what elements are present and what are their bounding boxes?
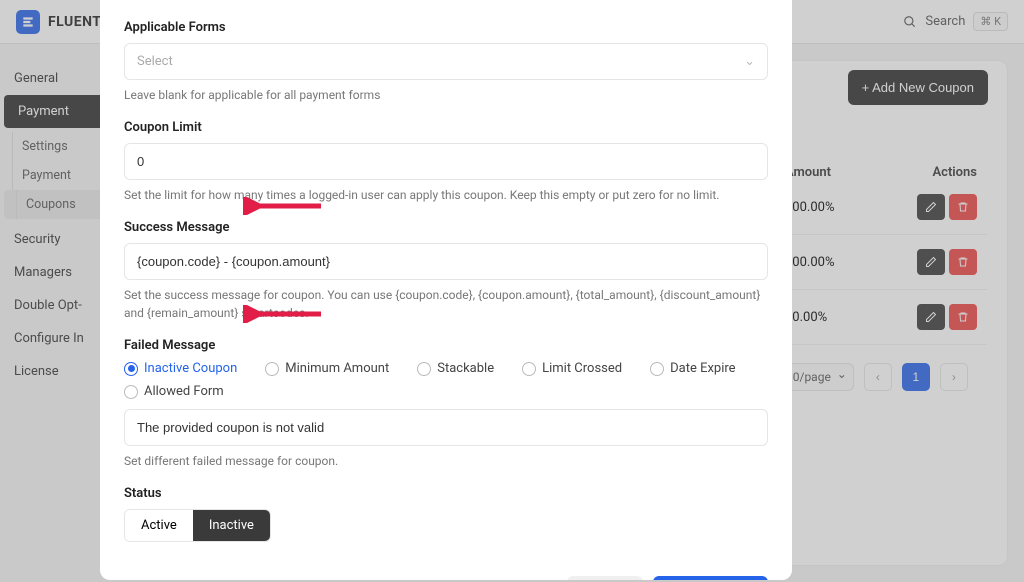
applicable-forms-select[interactable]: Select ⌄ xyxy=(124,43,768,80)
failed-message-label: Failed Message xyxy=(124,338,768,353)
select-placeholder: Select xyxy=(137,54,173,69)
status-active[interactable]: Active xyxy=(125,510,193,541)
status-label: Status xyxy=(124,486,768,501)
field-coupon-limit: Coupon Limit Set the limit for how many … xyxy=(124,120,768,204)
success-message-help: Set the success message for coupon. You … xyxy=(124,286,768,322)
save-coupon-button[interactable]: Save Coupon xyxy=(653,576,768,580)
field-applicable-forms: Applicable Forms Select ⌄ Leave blank fo… xyxy=(124,20,768,104)
coupon-limit-help: Set the limit for how many times a logge… xyxy=(124,186,768,204)
status-toggle: Active Inactive xyxy=(124,509,271,542)
field-success-message: Success Message Set the success message … xyxy=(124,220,768,322)
coupon-limit-input[interactable] xyxy=(124,143,768,180)
status-inactive[interactable]: Inactive xyxy=(193,510,270,541)
radio-limit-crossed[interactable]: Limit Crossed xyxy=(522,361,622,376)
field-status: Status Active Inactive xyxy=(124,486,768,542)
cancel-button[interactable]: Cancel xyxy=(567,576,643,580)
applicable-forms-label: Applicable Forms xyxy=(124,20,768,35)
failed-radio-group: Inactive Coupon Minimum Amount Stackable… xyxy=(124,361,768,399)
radio-inactive-coupon[interactable]: Inactive Coupon xyxy=(124,361,237,376)
success-message-label: Success Message xyxy=(124,220,768,235)
success-message-input[interactable] xyxy=(124,243,768,280)
radio-allowed-form[interactable]: Allowed Form xyxy=(124,384,768,399)
coupon-modal: Applicable Forms Select ⌄ Leave blank fo… xyxy=(100,0,792,580)
chevron-down-icon: ⌄ xyxy=(744,54,755,69)
coupon-limit-label: Coupon Limit xyxy=(124,120,768,135)
radio-date-expire[interactable]: Date Expire xyxy=(650,361,735,376)
modal-footer: Cancel Save Coupon xyxy=(124,558,768,580)
field-failed-message: Failed Message Inactive Coupon Minimum A… xyxy=(124,338,768,470)
applicable-forms-help: Leave blank for applicable for all payme… xyxy=(124,86,768,104)
radio-minimum-amount[interactable]: Minimum Amount xyxy=(265,361,389,376)
failed-message-help: Set different failed message for coupon. xyxy=(124,452,768,470)
radio-stackable[interactable]: Stackable xyxy=(417,361,494,376)
failed-message-input[interactable] xyxy=(124,409,768,446)
